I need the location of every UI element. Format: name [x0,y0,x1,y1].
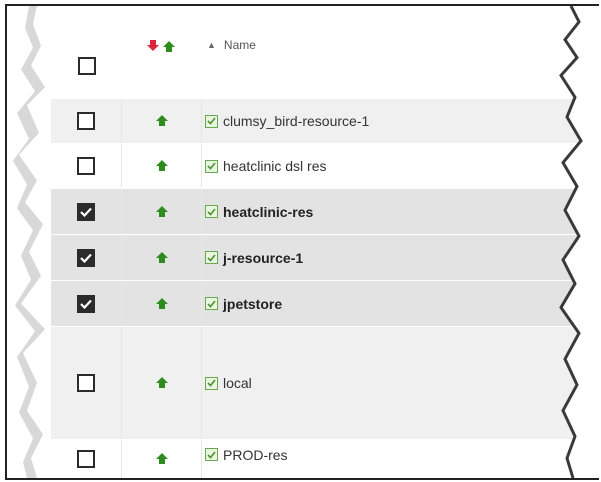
status-up-icon [155,205,168,217]
resource-name[interactable]: heatclinic dsl res [223,158,327,174]
resource-name[interactable]: local [223,375,252,391]
row-checkbox[interactable] [77,374,95,392]
resource-check-icon [205,159,218,173]
status-up-icon [155,160,168,171]
row-checkbox-checked[interactable] [77,294,95,313]
table-header: ▲ Name [51,6,579,99]
resource-name[interactable]: heatclinic-res [223,204,313,220]
status-up-icon [155,297,168,309]
row-checkbox[interactable] [77,449,95,468]
resource-check-icon [205,205,218,218]
row-checkbox[interactable] [77,157,95,175]
name-column-header[interactable]: Name [224,38,256,52]
status-header-cell [122,6,202,98]
torn-right-edge [559,6,599,478]
resource-grid: ▲ Name clumsy_bird-resource-1 heatclinic… [51,6,579,478]
resource-check-icon [205,448,218,461]
row-checkbox-checked[interactable] [77,248,95,267]
torn-left-edge [7,6,45,478]
table-row[interactable]: local [51,327,579,440]
select-all-checkbox[interactable] [77,57,96,75]
resource-check-icon [205,251,218,264]
table-row[interactable]: j-resource-1 [51,235,579,281]
sort-ascending-icon: ▲ [207,40,216,50]
select-all-cell [51,6,122,98]
status-sort-icon[interactable] [147,39,177,53]
status-up-icon [155,115,168,126]
resource-check-icon [205,297,218,310]
row-checkbox[interactable] [77,112,95,130]
table-row[interactable]: heatclinic-res [51,189,579,235]
resource-check-icon [205,376,218,390]
resource-table-frame: ▲ Name clumsy_bird-resource-1 heatclinic… [5,4,599,480]
status-up-icon [155,377,168,388]
table-row[interactable]: jpetstore [51,281,579,327]
resource-check-icon [205,114,218,128]
name-header-cell[interactable]: ▲ Name [202,6,579,98]
status-up-icon [155,251,168,263]
resource-name[interactable]: j-resource-1 [223,250,303,266]
table-row[interactable]: PROD-res [51,440,579,478]
resource-name[interactable]: PROD-res [223,447,288,463]
row-checkbox-checked[interactable] [77,202,95,221]
resource-name[interactable]: jpetstore [223,296,282,312]
table-row[interactable]: clumsy_bird-resource-1 [51,99,579,144]
resource-name[interactable]: clumsy_bird-resource-1 [223,113,369,129]
status-up-icon [155,452,168,464]
table-row[interactable]: heatclinic dsl res [51,144,579,189]
